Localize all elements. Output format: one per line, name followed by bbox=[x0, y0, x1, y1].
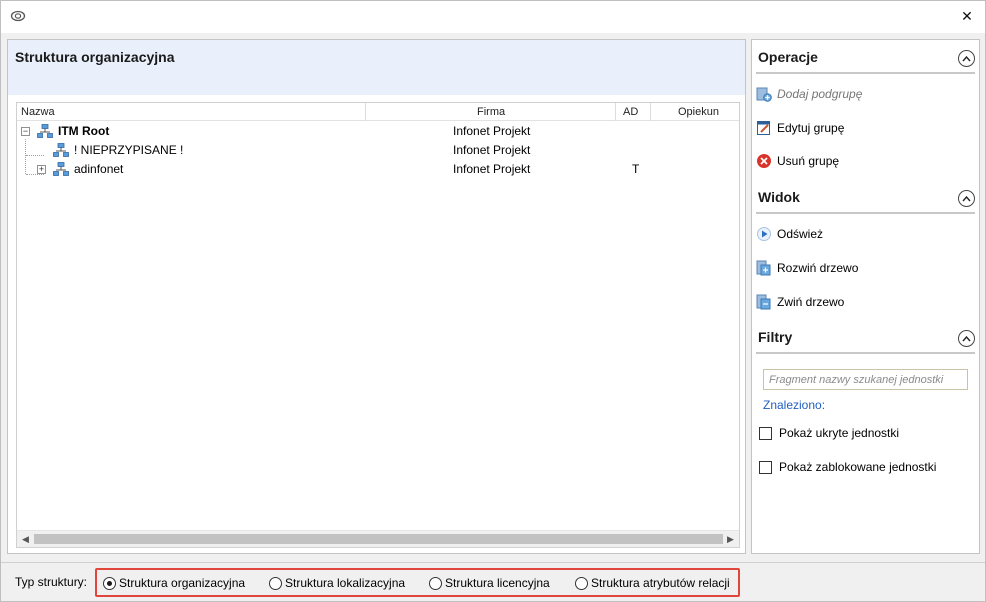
action-label: Dodaj podgrupę bbox=[777, 87, 863, 101]
collapse-tree-button[interactable]: Zwiń drzewo bbox=[756, 292, 844, 312]
play-refresh-icon bbox=[757, 227, 771, 241]
table-row[interactable]: + adinfonet Infonet Projekt T bbox=[17, 160, 739, 179]
network-group-icon bbox=[53, 162, 69, 176]
window: ✕ Struktura organizacyjna Nazwa Firma AD… bbox=[0, 0, 986, 602]
network-group-icon bbox=[53, 143, 69, 157]
action-label: Rozwiń drzewo bbox=[777, 261, 859, 275]
checkbox[interactable] bbox=[759, 426, 772, 440]
panel-header: Struktura organizacyjna bbox=[8, 40, 745, 95]
search-input[interactable] bbox=[763, 369, 968, 390]
scroll-left-button[interactable]: ◀ bbox=[17, 531, 34, 547]
expand-tree-button[interactable]: Rozwiń drzewo bbox=[756, 258, 858, 278]
radio-licencyjna[interactable]: Struktura licencyjna bbox=[429, 575, 550, 591]
checkbox-label: Pokaż ukryte jednostki bbox=[779, 426, 900, 440]
scroll-thumb[interactable] bbox=[34, 534, 723, 544]
collapse-tree-icon bbox=[756, 294, 771, 310]
close-icon: ✕ bbox=[961, 7, 973, 24]
action-label: Edytuj grupę bbox=[777, 121, 845, 135]
section-title: Widok bbox=[758, 189, 800, 205]
title-bar: ✕ bbox=[1, 1, 985, 33]
row-ad: T bbox=[632, 162, 640, 176]
expand-tree-icon bbox=[756, 260, 771, 276]
action-label: Odśwież bbox=[777, 227, 824, 241]
found-label: Znaleziono: bbox=[763, 398, 826, 412]
network-group-icon bbox=[37, 124, 53, 138]
divider bbox=[756, 352, 975, 354]
expand-toggle[interactable]: + bbox=[37, 165, 46, 174]
column-header-ad[interactable]: AD bbox=[623, 103, 638, 121]
chevron-right-icon: ▶ bbox=[727, 533, 734, 544]
app-icon bbox=[10, 10, 26, 22]
chevron-up-icon bbox=[962, 335, 971, 341]
page-title: Struktura organizacyjna bbox=[15, 49, 175, 65]
column-header-opiekun[interactable]: Opiekun bbox=[678, 103, 719, 121]
checkbox[interactable] bbox=[759, 460, 772, 474]
radio-label: Struktura atrybutów relacji bbox=[591, 576, 730, 590]
chevron-up-icon bbox=[962, 195, 971, 201]
delete-icon bbox=[757, 154, 771, 168]
radio-button[interactable] bbox=[429, 576, 442, 590]
side-panel: Operacje Dodaj podgrupę Edytuj grupę Usu… bbox=[751, 39, 980, 554]
structure-type-radio-group: Struktura organizacyjna Struktura lokali… bbox=[95, 568, 740, 597]
radio-label: Struktura organizacyjna bbox=[119, 576, 246, 590]
radio-organizacyjna[interactable]: Struktura organizacyjna bbox=[103, 575, 245, 591]
edit-icon bbox=[757, 121, 770, 135]
section-operacje: Operacje bbox=[752, 40, 979, 74]
action-label: Usuń grupę bbox=[777, 154, 840, 168]
delete-group-button[interactable]: Usuń grupę bbox=[756, 151, 839, 171]
row-firma: Infonet Projekt bbox=[453, 162, 531, 176]
action-label: Zwiń drzewo bbox=[777, 295, 845, 309]
chevron-left-icon: ◀ bbox=[22, 533, 29, 544]
radio-label: Struktura licencyjna bbox=[445, 576, 550, 590]
row-firma: Infonet Projekt bbox=[453, 143, 531, 157]
checkbox-label: Pokaż zablokowane jednostki bbox=[779, 460, 937, 474]
radio-lokalizacyjna[interactable]: Struktura lokalizacyjna bbox=[269, 575, 405, 591]
radio-button[interactable] bbox=[103, 576, 116, 590]
table-row[interactable]: ! NIEPRZYPISANE ! Infonet Projekt bbox=[17, 141, 739, 160]
main-panel: Struktura organizacyjna Nazwa Firma AD O… bbox=[7, 39, 746, 554]
section-filtry: Filtry bbox=[752, 320, 979, 354]
collapse-filtry-button[interactable] bbox=[958, 330, 975, 347]
section-title: Filtry bbox=[758, 329, 793, 345]
collapse-operacje-button[interactable] bbox=[958, 50, 975, 67]
tree-grid[interactable]: Nazwa Firma AD Opiekun − ITM Root Infone… bbox=[16, 102, 740, 548]
column-header-firma[interactable]: Firma bbox=[477, 103, 505, 121]
add-subgroup-icon bbox=[756, 87, 772, 102]
row-name: ! NIEPRZYPISANE ! bbox=[74, 143, 184, 157]
add-subgroup-button[interactable]: Dodaj podgrupę bbox=[756, 84, 862, 104]
row-name: ITM Root bbox=[58, 124, 110, 138]
chevron-up-icon bbox=[962, 55, 971, 61]
row-firma: Infonet Projekt bbox=[453, 124, 531, 138]
column-separator[interactable] bbox=[615, 103, 616, 121]
structure-type-label: Typ struktury: bbox=[15, 575, 88, 589]
divider bbox=[756, 72, 975, 74]
radio-atrybutow-relacji[interactable]: Struktura atrybutów relacji bbox=[575, 575, 730, 591]
grid-header: Nazwa Firma AD Opiekun bbox=[17, 103, 739, 121]
refresh-button[interactable]: Odśwież bbox=[756, 224, 823, 244]
column-separator[interactable] bbox=[650, 103, 651, 121]
show-locked-checkbox[interactable]: Pokaż zablokowane jednostki bbox=[759, 458, 936, 476]
radio-label: Struktura lokalizacyjna bbox=[285, 576, 406, 590]
edit-group-button[interactable]: Edytuj grupę bbox=[756, 118, 844, 138]
column-header-nazwa[interactable]: Nazwa bbox=[21, 103, 55, 121]
collapse-toggle[interactable]: − bbox=[21, 127, 30, 136]
show-hidden-checkbox[interactable]: Pokaż ukryte jednostki bbox=[759, 424, 899, 442]
divider bbox=[756, 212, 975, 214]
row-name: adinfonet bbox=[74, 162, 124, 176]
radio-button[interactable] bbox=[575, 576, 588, 590]
table-row[interactable]: − ITM Root Infonet Projekt bbox=[17, 122, 739, 141]
column-separator[interactable] bbox=[365, 103, 366, 121]
scroll-right-button[interactable]: ▶ bbox=[722, 531, 739, 547]
bottom-bar: Typ struktury: Struktura organizacyjna S… bbox=[1, 562, 985, 601]
section-title: Operacje bbox=[758, 49, 818, 65]
radio-button[interactable] bbox=[269, 576, 282, 590]
collapse-widok-button[interactable] bbox=[958, 190, 975, 207]
close-button[interactable]: ✕ bbox=[953, 3, 981, 29]
horizontal-scrollbar[interactable]: ◀ ▶ bbox=[17, 530, 739, 547]
section-widok: Widok bbox=[752, 180, 979, 214]
